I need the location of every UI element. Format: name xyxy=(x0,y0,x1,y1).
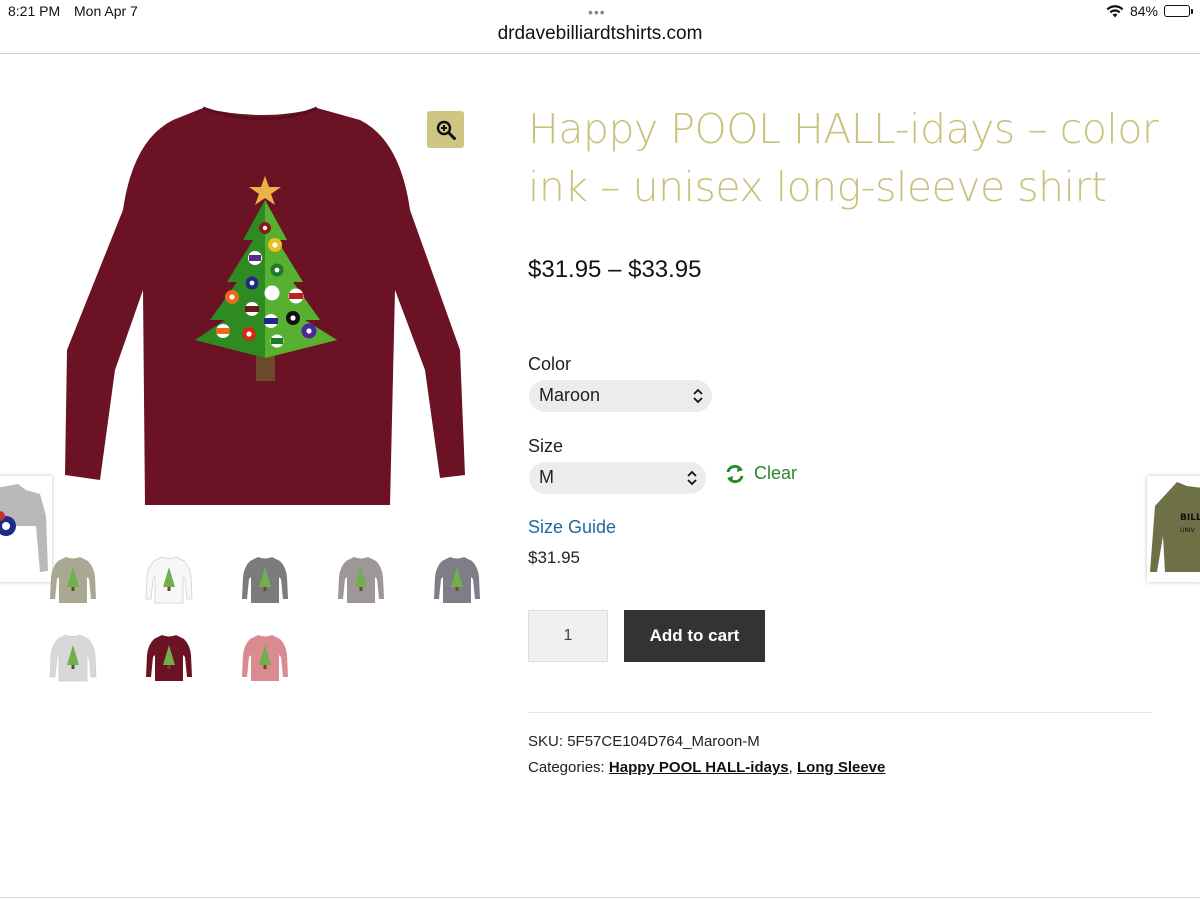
color-select-value: Maroon xyxy=(539,385,601,405)
categories-label: Categories: xyxy=(528,759,605,776)
gallery-thumbnail[interactable] xyxy=(144,633,194,683)
categories-line: Categories: Happy POOL HALL-idays, Long … xyxy=(528,759,885,776)
gallery-thumbnail[interactable] xyxy=(240,633,290,683)
wifi-icon xyxy=(1106,4,1124,17)
sku-line: SKU: 5F57CE104D764_Maroon-M xyxy=(528,733,760,750)
magnifier-plus-icon xyxy=(436,120,456,140)
zoom-button[interactable] xyxy=(427,111,464,148)
battery-percent: 84% xyxy=(1129,3,1158,19)
gallery-thumbnail[interactable] xyxy=(240,555,290,605)
color-label: Color xyxy=(528,354,572,374)
next-product-card[interactable]: BILL UNIV xyxy=(1147,476,1200,582)
multitask-dots-icon[interactable]: ••• xyxy=(588,4,606,20)
size-select[interactable]: M xyxy=(529,462,706,494)
gallery-thumbnail[interactable] xyxy=(336,555,386,605)
next-product-image: BILL UNIV xyxy=(1150,482,1200,572)
size-guide-link[interactable]: Size Guide xyxy=(528,517,616,538)
add-to-cart-button[interactable]: Add to cart xyxy=(624,610,765,662)
product-title: Happy POOL HALL-idays – color ink – unis… xyxy=(528,105,1159,211)
status-date: Mon Apr 7 xyxy=(74,3,138,19)
svg-text:BILL: BILL xyxy=(1180,513,1200,523)
quantity-input[interactable]: 1 xyxy=(528,610,608,662)
color-select[interactable]: Maroon xyxy=(529,380,712,412)
status-right: 84% xyxy=(1106,3,1193,19)
previous-product-image xyxy=(0,484,48,572)
gallery-thumbnail[interactable] xyxy=(432,555,482,605)
svg-text:UNIV: UNIV xyxy=(1180,527,1196,534)
select-arrows-icon xyxy=(687,470,697,486)
size-label: Size xyxy=(528,436,564,456)
main-product-image[interactable] xyxy=(55,100,475,515)
gallery-thumbnail[interactable] xyxy=(48,555,98,605)
price-range: $31.95 – $33.95 xyxy=(528,256,702,283)
category-link[interactable]: Happy POOL HALL-idays xyxy=(609,759,789,776)
select-arrows-icon xyxy=(693,388,703,404)
shirt-image xyxy=(65,106,465,505)
clear-selection-link[interactable]: Clear xyxy=(724,463,797,484)
url-text[interactable]: drdavebilliardtshirts.com xyxy=(498,23,703,44)
category-link[interactable]: Long Sleeve xyxy=(797,759,885,776)
sku-value: 5F57CE104D764_Maroon-M xyxy=(567,733,760,750)
address-bar[interactable]: drdavebilliardtshirts.com xyxy=(0,22,1200,54)
divider xyxy=(528,712,1152,713)
category-separator: , xyxy=(788,759,793,776)
refresh-icon xyxy=(726,464,744,483)
gallery-thumbnail[interactable] xyxy=(48,633,98,683)
clear-label[interactable]: Clear xyxy=(754,463,797,484)
status-bar: 8:21 PM Mon Apr 7 ••• 84% xyxy=(0,0,1200,22)
battery-icon xyxy=(1164,5,1193,17)
bottom-divider xyxy=(0,897,1200,898)
variation-price: $31.95 xyxy=(528,548,580,567)
sku-label: SKU: xyxy=(528,733,564,750)
size-select-value: M xyxy=(539,467,554,487)
gallery-thumbnail[interactable] xyxy=(144,555,194,605)
previous-product-card[interactable] xyxy=(0,476,52,582)
status-time: 8:21 PM xyxy=(8,3,61,19)
